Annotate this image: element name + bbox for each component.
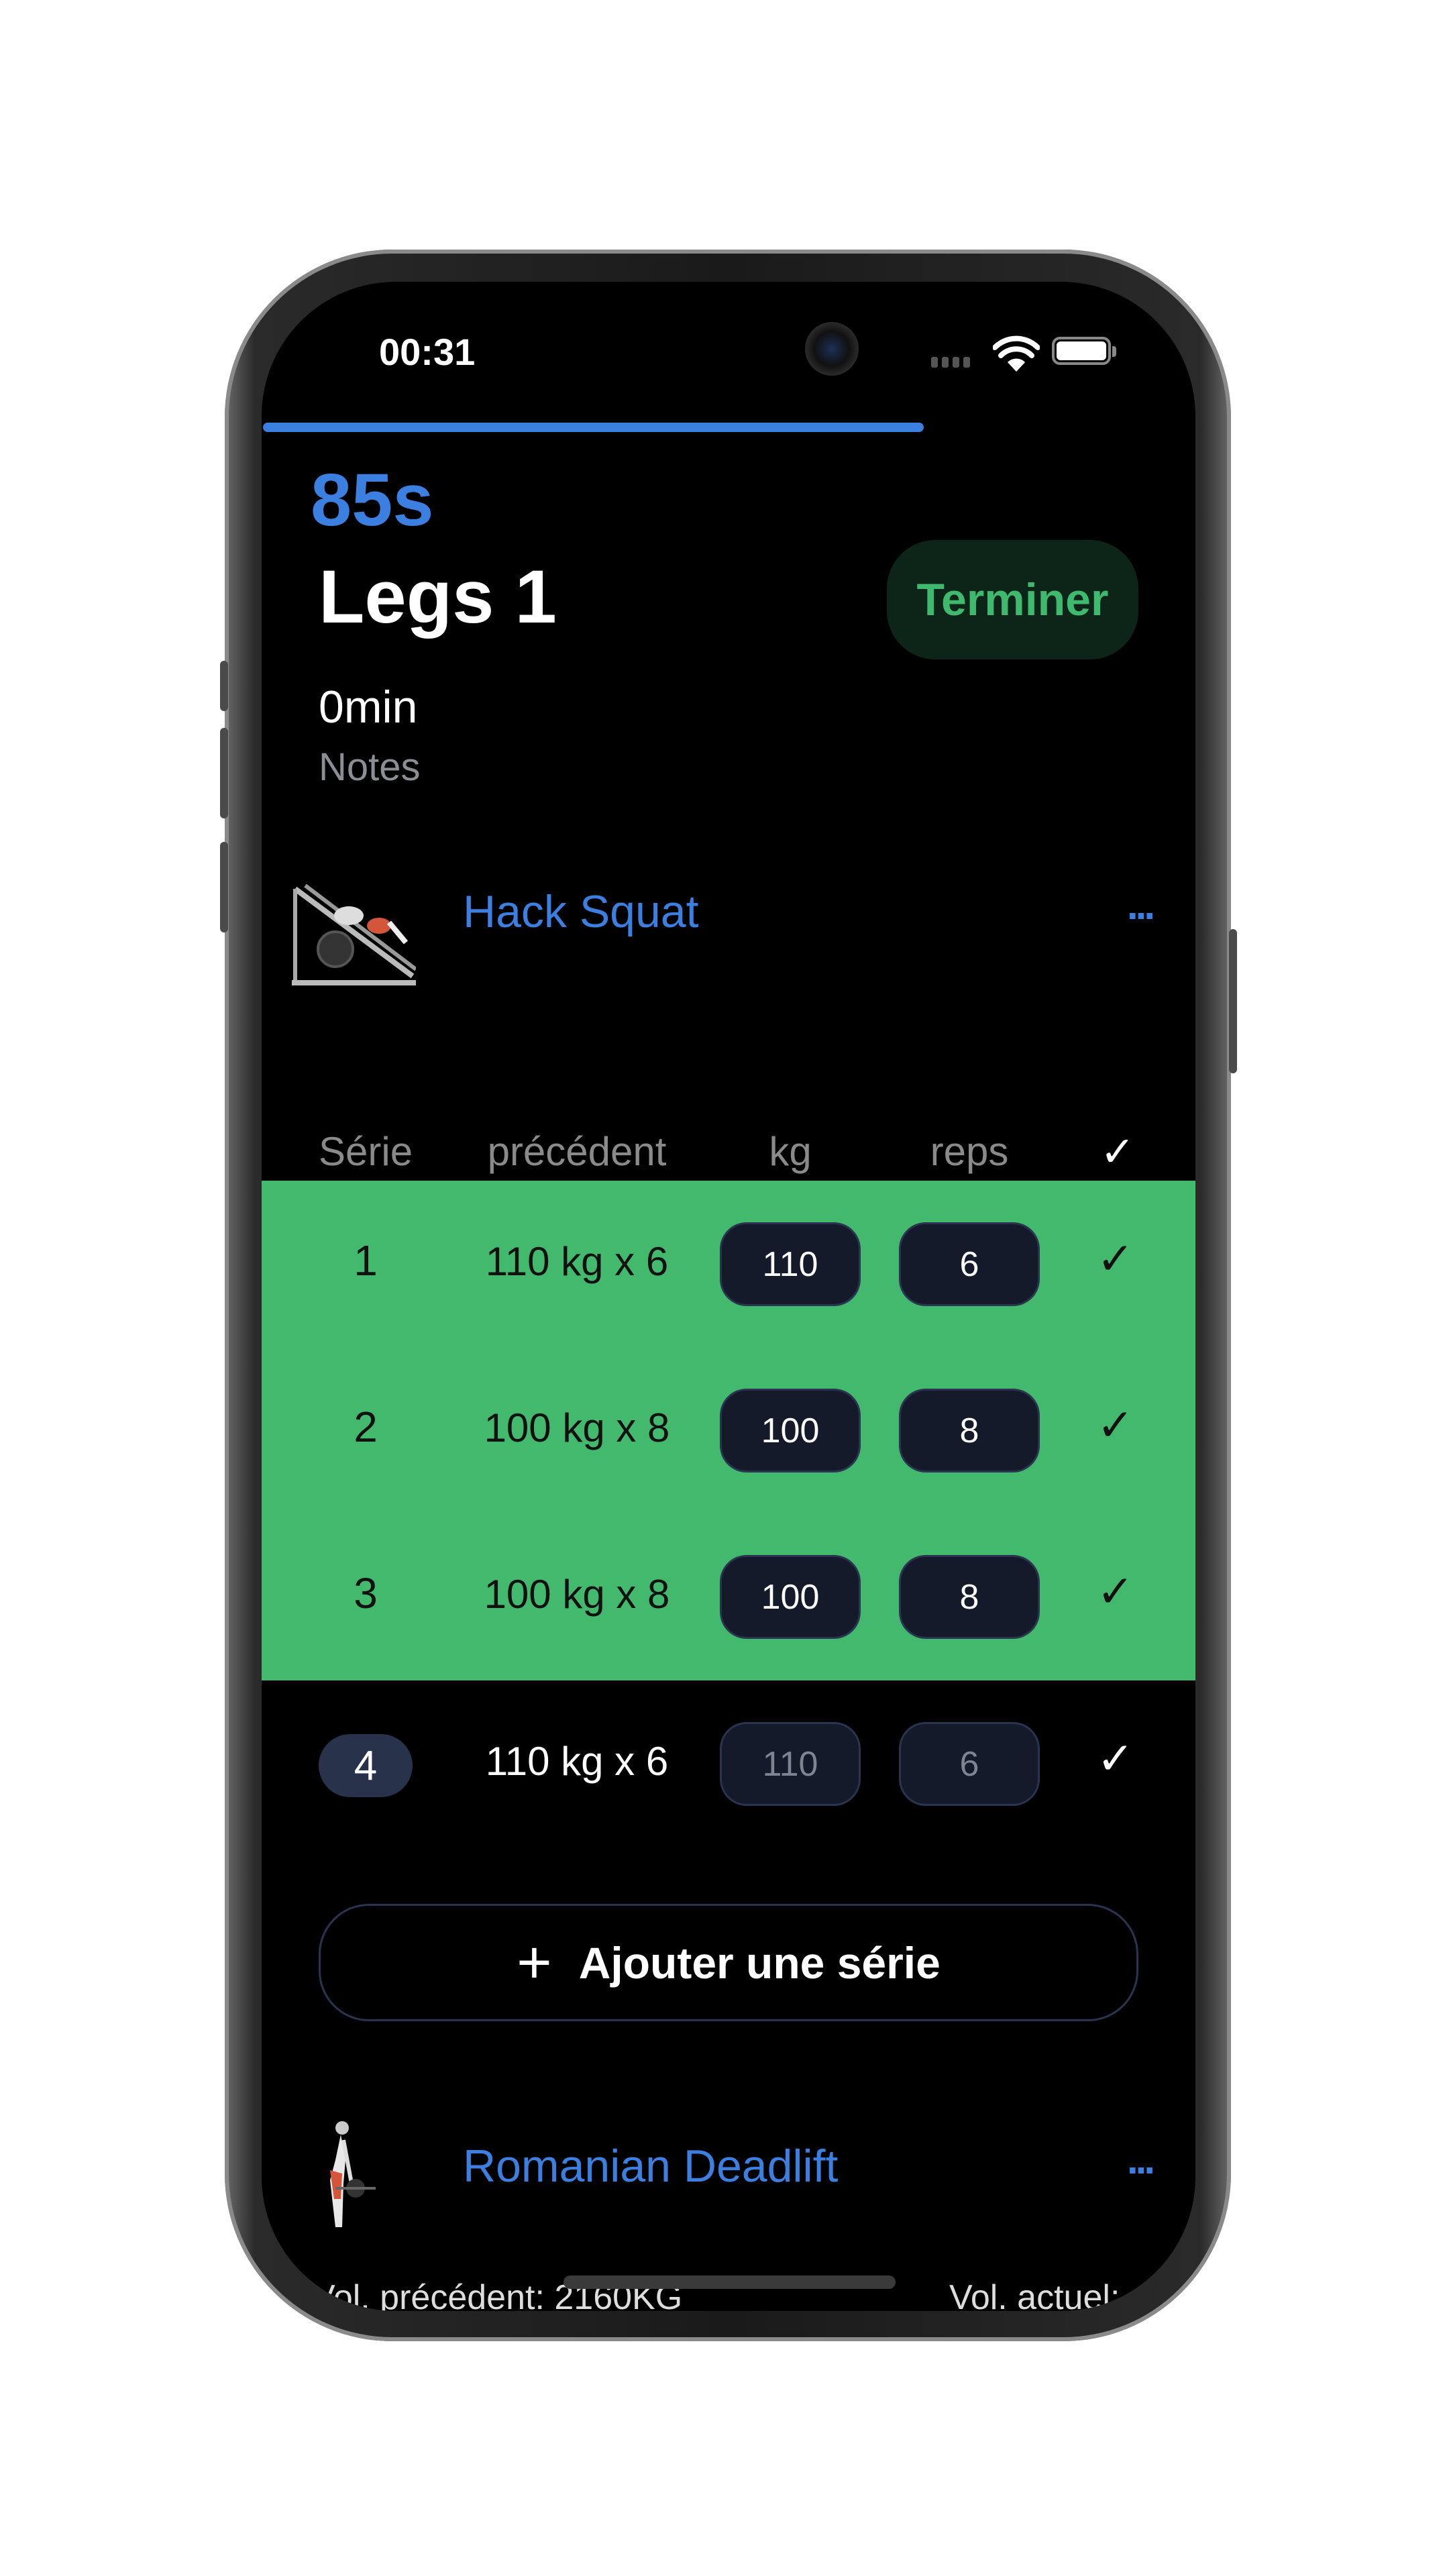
power-button [1229,929,1237,1073]
hack-squat-thumbnail[interactable] [288,869,416,989]
battery-icon [1052,337,1111,365]
add-set-label: Ajouter une série [578,1937,941,1988]
rest-timer-label[interactable]: 85s [311,458,434,543]
kg-input[interactable]: 100 [720,1555,861,1639]
home-indicator[interactable] [564,2275,896,2289]
romanian-deadlift-thumbnail[interactable] [315,2120,389,2234]
volume-down-button [220,842,228,932]
set-previous[interactable]: 100 kg x 8 [436,1405,718,1451]
rest-timer-progress [263,423,1194,432]
reps-input[interactable]: 8 [899,1555,1040,1639]
exercise-more-options-icon[interactable]: ... [1127,2137,1155,2183]
action-button [220,661,228,711]
set-row: 2 100 kg x 8 100 8 ✓ [262,1347,1195,1513]
phone-screen: 00:31 85s Legs 1 Terminer 0min Notes Hac… [262,282,1195,2311]
add-set-button[interactable]: + Ajouter une série [319,1904,1138,2021]
set-number: 3 [354,1569,378,1617]
set-previous[interactable]: 110 kg x 6 [436,1238,718,1285]
set-number: 2 [354,1403,378,1451]
set-number-badge[interactable]: 4 [319,1734,413,1797]
kg-input[interactable]: 110 [720,1722,861,1806]
exercise-name-hack-squat[interactable]: Hack Squat [463,885,699,938]
kg-input[interactable]: 100 [720,1389,861,1472]
header-check-icon: ✓ [1100,1129,1135,1175]
set-row: 4 110 kg x 6 110 6 ✓ [262,1680,1195,1847]
set-number: 1 [354,1236,378,1285]
plus-icon: + [517,1929,552,1996]
finish-workout-button[interactable]: Terminer [887,540,1138,659]
set-complete-check-icon[interactable]: ✓ [1097,1566,1134,1617]
header-previous: précédent [487,1129,667,1174]
workout-title[interactable]: Legs 1 [319,553,557,640]
front-camera [805,322,859,376]
volume-up-button [220,728,228,818]
exercise-more-options-icon[interactable]: ... [1127,882,1155,928]
set-complete-check-icon[interactable]: ✓ [1097,1233,1134,1285]
header-set: Série [319,1129,413,1174]
cellular-signal-icon [931,357,970,368]
set-complete-check-icon[interactable]: ✓ [1097,1733,1134,1784]
current-volume: Vol. actuel: [949,2278,1120,2311]
set-row: 3 100 kg x 8 100 8 ✓ [262,1513,1195,1680]
exercise-name-romanian-deadlift[interactable]: Romanian Deadlift [463,2140,838,2192]
set-row: 1 110 kg x 6 110 6 ✓ [262,1181,1195,1347]
reps-input[interactable]: 6 [899,1222,1040,1306]
completed-sets-block: 1 110 kg x 6 110 6 ✓ 2 100 kg x 8 100 8 … [262,1181,1195,1680]
status-time: 00:31 [379,331,476,373]
header-reps: reps [930,1129,1009,1174]
rest-timer-progress-fill [263,423,924,432]
reps-input[interactable]: 6 [899,1722,1040,1806]
workout-duration: 0min [319,682,418,733]
reps-input[interactable]: 8 [899,1389,1040,1472]
set-previous[interactable]: 100 kg x 8 [436,1571,718,1617]
set-complete-check-icon[interactable]: ✓ [1097,1399,1134,1451]
kg-input[interactable]: 110 [720,1222,861,1306]
header-kg: kg [769,1129,812,1174]
wifi-icon [993,335,1040,372]
set-previous[interactable]: 110 kg x 6 [436,1738,718,1784]
notes-field[interactable]: Notes [319,745,421,790]
battery-tip [1112,346,1116,357]
